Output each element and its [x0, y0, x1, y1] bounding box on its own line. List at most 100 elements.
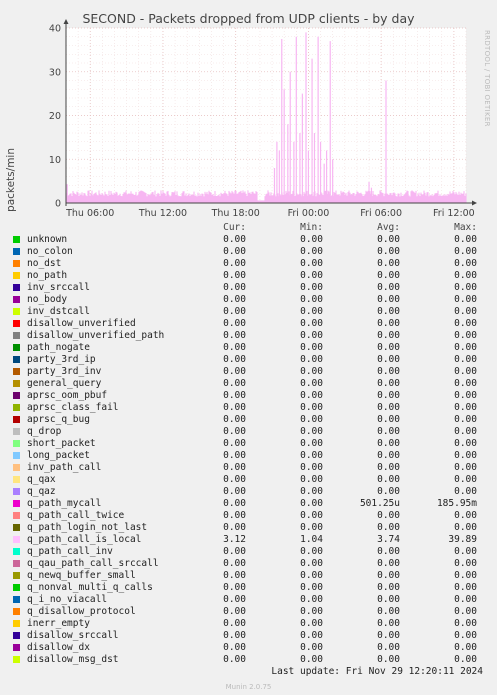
legend-swatch: [13, 524, 20, 531]
legend-row-q-newq-buffer-small: q_newq_buffer_small 0.00 0.00 0.00 0.00: [0, 570, 497, 582]
legend-name: q_path_mycall: [27, 498, 102, 509]
legend-name: q_qaz: [27, 486, 56, 497]
legend-avg: 0.00: [377, 246, 400, 257]
legend-min: 0.00: [300, 618, 323, 629]
legend-min: 0.00: [300, 546, 323, 557]
legend-max: 0.00: [454, 390, 477, 401]
legend-avg: 0.00: [377, 630, 400, 641]
legend-avg: 0.00: [377, 450, 400, 461]
legend-name: no_path: [27, 270, 68, 281]
x-tick-label: Fri 12:00: [433, 208, 475, 219]
x-tick-label: Thu 18:00: [211, 208, 260, 219]
legend-header: Cur: Min: Avg: Max:: [0, 222, 497, 234]
legend-row-no-body: no_body 0.00 0.00 0.00 0.00: [0, 294, 497, 306]
legend-name: aprsc_q_bug: [27, 414, 90, 425]
legend-max: 0.00: [454, 366, 477, 377]
legend-row-party-3rd-inv: party_3rd_inv 0.00 0.00 0.00 0.00: [0, 366, 497, 378]
legend-swatch: [13, 404, 20, 411]
legend-swatch: [13, 236, 20, 243]
legend-avg: 0.00: [377, 282, 400, 293]
legend-swatch: [13, 272, 20, 279]
legend-max: 0.00: [454, 570, 477, 581]
legend-cur: 0.00: [223, 510, 246, 521]
legend-cur: 0.00: [223, 570, 246, 581]
legend-min: 0.00: [300, 594, 323, 605]
legend-max: 0.00: [454, 606, 477, 617]
legend-max: 0.00: [454, 402, 477, 413]
legend-cur: 0.00: [223, 498, 246, 509]
legend-cur: 0.00: [223, 450, 246, 461]
legend-max: 0.00: [454, 294, 477, 305]
x-tick-label: Thu 12:00: [138, 208, 187, 219]
legend-name: no_body: [27, 294, 68, 305]
legend-max: 0.00: [454, 282, 477, 293]
legend-cur: 0.00: [223, 258, 246, 269]
legend-min: 0.00: [300, 366, 323, 377]
legend-swatch: [13, 284, 20, 291]
legend-avg: 0.00: [377, 438, 400, 449]
legend-min: 0.00: [300, 414, 323, 425]
legend-cur: 0.00: [223, 294, 246, 305]
legend-cur: 0.00: [223, 306, 246, 317]
legend-avg: 0.00: [377, 522, 400, 533]
legend-swatch: [13, 632, 20, 639]
legend-avg: 0.00: [377, 594, 400, 605]
legend-cur: 0.00: [223, 522, 246, 533]
legend-cur: 0.00: [223, 594, 246, 605]
legend-name: q_qax: [27, 474, 56, 485]
legend-max: 39.89: [448, 534, 477, 545]
x-tick-label: Fri 06:00: [360, 208, 402, 219]
legend-min: 0.00: [300, 606, 323, 617]
legend-max: 0.00: [454, 450, 477, 461]
legend-row-q-path-call-is-local: q_path_call_is_local 3.12 1.04 3.74 39.89: [0, 534, 497, 546]
legend-min: 1.04: [300, 534, 323, 545]
legend-min: 0.00: [300, 522, 323, 533]
legend-cur: 0.00: [223, 558, 246, 569]
x-tick-label: Fri 00:00: [288, 208, 330, 219]
legend-min: 0.00: [300, 378, 323, 389]
x-tick-label: Thu 06:00: [65, 208, 114, 219]
legend-min: 0.00: [300, 438, 323, 449]
legend-avg: 0.00: [377, 354, 400, 365]
legend-row-q-disallow-protocol: q_disallow_protocol 0.00 0.00 0.00 0.00: [0, 606, 497, 618]
legend-swatch: [13, 596, 20, 603]
legend-row-q-path-mycall: q_path_mycall 0.00 0.00 501.25u 185.95m: [0, 498, 497, 510]
legend-row-disallow-srccall: disallow_srccall 0.00 0.00 0.00 0.00: [0, 630, 497, 642]
legend-cur: 0.00: [223, 642, 246, 653]
legend-min: 0.00: [300, 354, 323, 365]
legend-cur: 0.00: [223, 342, 246, 353]
legend-avg: 0.00: [377, 486, 400, 497]
legend-name: no_dst: [27, 258, 62, 269]
legend-min: 0.00: [300, 246, 323, 257]
min-header: Min:: [300, 222, 323, 233]
legend-avg: 0.00: [377, 654, 400, 665]
legend-avg: 3.74: [377, 534, 400, 545]
legend-name: q_i_no_viacall: [27, 594, 108, 605]
legend-min: 0.00: [300, 498, 323, 509]
legend-max: 0.00: [454, 642, 477, 653]
legend-row-aprsc-oom-pbuf: aprsc_oom_pbuf 0.00 0.00 0.00 0.00: [0, 390, 497, 402]
legend-swatch: [13, 476, 20, 483]
legend-max: 0.00: [454, 594, 477, 605]
legend-swatch: [13, 392, 20, 399]
y-tick-label: 30: [49, 67, 61, 78]
legend-cur: 0.00: [223, 618, 246, 629]
legend-swatch: [13, 332, 20, 339]
legend-name: unknown: [27, 234, 68, 245]
legend-row-inv-srccall: inv_srccall 0.00 0.00 0.00 0.00: [0, 282, 497, 294]
legend-row-inerr-empty: inerr_empty 0.00 0.00 0.00 0.00: [0, 618, 497, 630]
legend-name: short_packet: [27, 438, 96, 449]
legend-max: 0.00: [454, 378, 477, 389]
legend-avg: 0.00: [377, 582, 400, 593]
legend-name: disallow_msg_dst: [27, 654, 119, 665]
legend-name: inv_dstcall: [27, 306, 90, 317]
y-axis-arrow: [63, 19, 69, 24]
legend-row-no-colon: no_colon 0.00 0.00 0.00 0.00: [0, 246, 497, 258]
legend-cur: 0.00: [223, 270, 246, 281]
legend-swatch: [13, 344, 20, 351]
cur-header: Cur:: [223, 222, 246, 233]
legend-name: q_newq_buffer_small: [27, 570, 136, 581]
legend-row-q-path-call-inv: q_path_call_inv 0.00 0.00 0.00 0.00: [0, 546, 497, 558]
legend-min: 0.00: [300, 330, 323, 341]
legend-min: 0.00: [300, 582, 323, 593]
